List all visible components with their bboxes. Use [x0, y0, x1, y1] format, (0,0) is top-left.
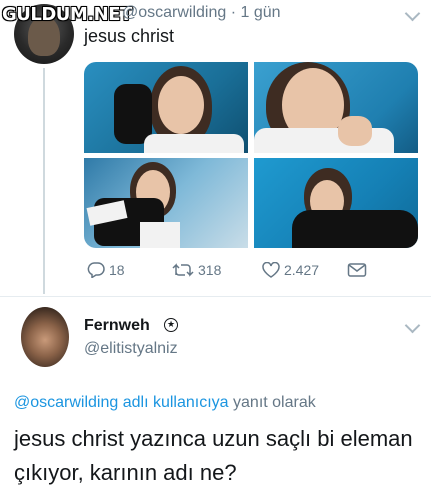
reply-action[interactable]: 18 — [87, 262, 125, 278]
tweet1-text: jesus christ — [84, 26, 175, 46]
photo-1[interactable] — [84, 62, 248, 153]
thread-line — [43, 68, 45, 294]
tweet1-handle-time[interactable]: @oscarwilding · 1 gün — [122, 4, 281, 22]
reply-mention-link[interactable]: @oscarwilding adlı kullanıcıya — [14, 394, 229, 411]
tweet2-text: jesus christ yazınca uzun saçlı bi elema… — [14, 426, 413, 485]
avatar-elitistyalniz[interactable] — [21, 307, 69, 367]
envelope-icon — [347, 263, 367, 277]
tweet1-photo-grid — [84, 62, 418, 248]
like-action[interactable]: 2.427 — [262, 262, 319, 278]
badge-icon: ★ — [164, 318, 178, 332]
photo-2[interactable] — [254, 62, 418, 153]
dm-action[interactable] — [347, 262, 367, 278]
display-name[interactable]: Fernweh — [84, 317, 150, 335]
like-count: 2.427 — [284, 262, 320, 278]
reply-suffix: yanıt olarak — [233, 394, 316, 411]
retweet-count: 318 — [198, 262, 222, 278]
replying-to: @oscarwilding adlı kullanıcıya yanıt ola… — [14, 394, 316, 412]
divider — [0, 296, 431, 297]
chevron-down-icon[interactable] — [404, 317, 421, 334]
retweet-icon — [172, 263, 194, 277]
chevron-down-icon[interactable] — [404, 5, 421, 22]
reply-count: 18 — [109, 262, 125, 278]
photo-4[interactable] — [254, 158, 418, 248]
photo-3[interactable] — [84, 158, 248, 248]
retweet-action[interactable]: 318 — [172, 262, 221, 278]
heart-icon — [262, 262, 280, 278]
reply-icon — [87, 262, 105, 278]
handle[interactable]: @elitistyalniz — [84, 340, 178, 358]
watermark: GULDUM.NET — [2, 4, 132, 25]
